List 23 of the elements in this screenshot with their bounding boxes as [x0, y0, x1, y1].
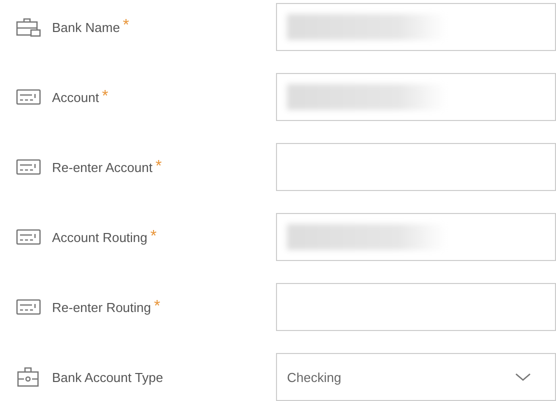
- required-asterisk: *: [150, 228, 157, 246]
- card-icon: [16, 298, 42, 316]
- field-label: Re-enter Routing: [52, 300, 151, 314]
- field-label: Bank Name: [52, 20, 120, 34]
- required-asterisk: *: [154, 298, 160, 316]
- field-label: Account Routing: [52, 230, 148, 244]
- required-asterisk: *: [122, 17, 130, 35]
- input-field[interactable]: [276, 3, 556, 51]
- input-field[interactable]: [276, 213, 556, 261]
- input-field[interactable]: [276, 283, 556, 331]
- input-field[interactable]: [276, 73, 556, 121]
- card-icon: [16, 158, 42, 176]
- chevron-down-icon: [515, 372, 531, 382]
- required-asterisk: *: [102, 88, 108, 106]
- input-field[interactable]: [276, 143, 556, 191]
- field-label: Re-enter Account: [52, 160, 152, 174]
- field-label: Bank Account Type: [52, 370, 164, 384]
- account-type-dropdown[interactable]: Checking: [276, 353, 556, 401]
- briefcase-icon: [16, 17, 42, 37]
- card-icon: [16, 88, 42, 106]
- field-label: Account: [52, 90, 99, 104]
- required-asterisk: *: [155, 158, 162, 176]
- card-icon: [16, 228, 42, 246]
